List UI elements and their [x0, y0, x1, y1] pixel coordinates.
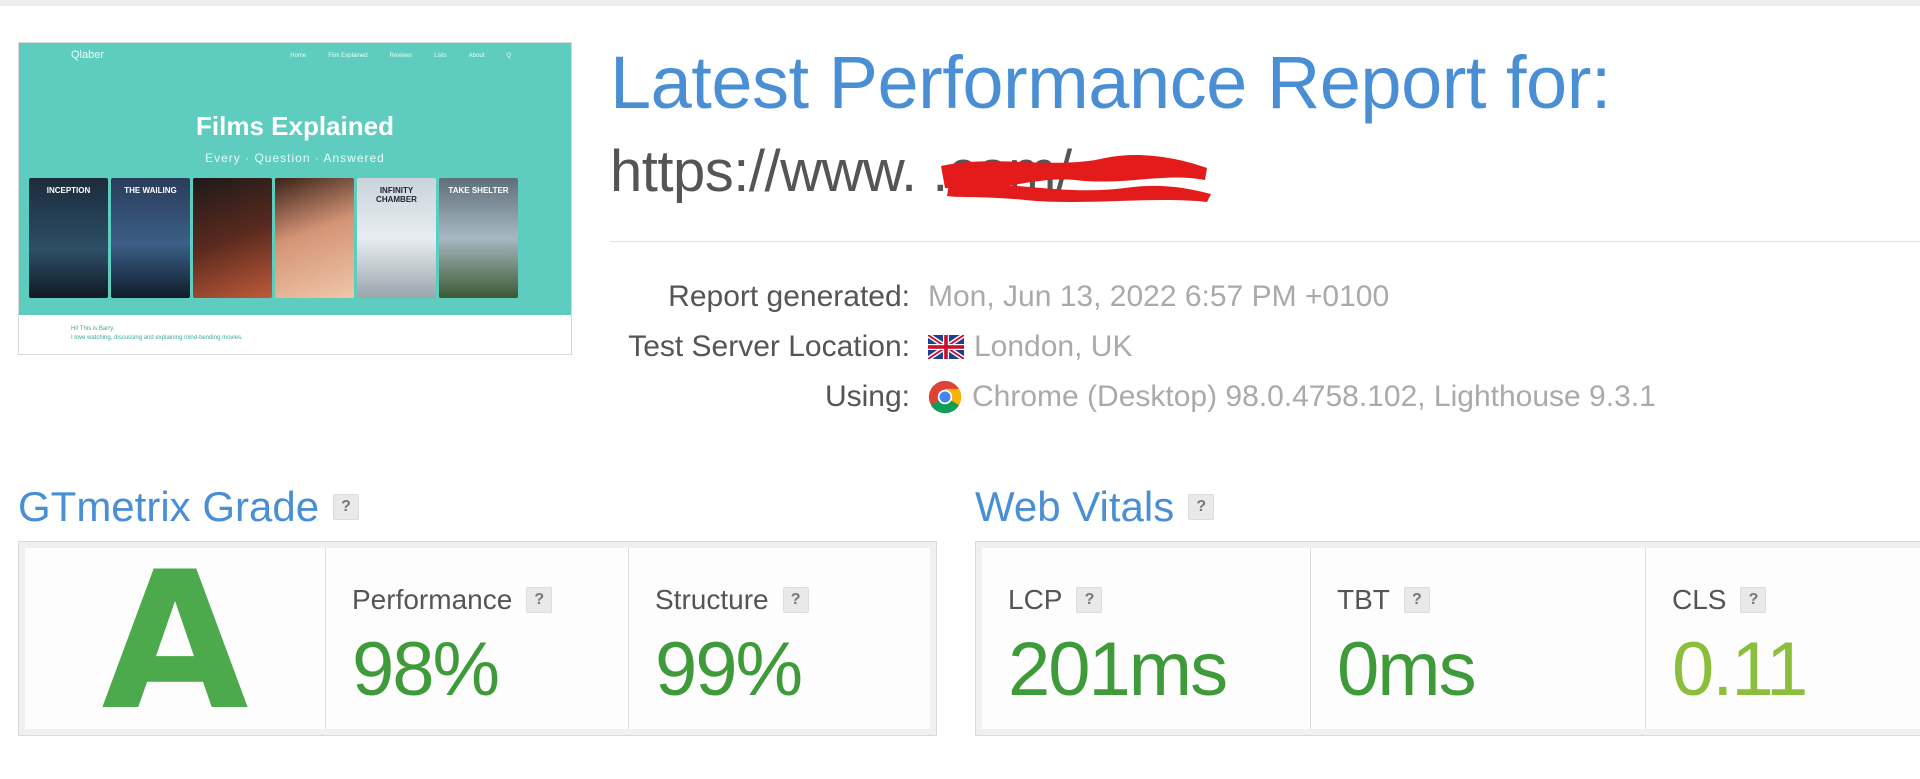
structure-label: Structure — [655, 584, 769, 615]
lcp-label-row: LCP ? — [1008, 584, 1103, 616]
movie-poster: TAKE SHELTER — [439, 178, 518, 298]
movie-poster — [275, 178, 354, 298]
cls-help-icon[interactable]: ? — [1740, 587, 1767, 613]
thumbnail-intro-line: I love watching, discussing and explaini… — [71, 335, 243, 341]
thumbnail-nav-item: Lists — [434, 53, 447, 59]
cls-label: CLS — [1672, 584, 1727, 615]
structure-label-row: Structure ? — [655, 584, 809, 616]
thumbnail-nav-item: Home — [290, 53, 307, 59]
report-generated-label: Report generated: — [668, 280, 910, 313]
performance-cell: Performance ? 98% — [326, 548, 629, 729]
gtmetrix-grade-title: GTmetrix Grade — [18, 483, 320, 530]
report-generated-text: Mon, Jun 13, 2022 6:57 PM +0100 — [928, 280, 1390, 313]
thumbnail-subtitle: Every · Question · Answered — [205, 151, 385, 165]
thumbnail-nav-item: Film Explained — [328, 53, 368, 59]
using-value: Chrome (Desktop) 98.0.4758.102, Lighthou… — [928, 377, 1656, 417]
server-location-row: Test Server Location: London, UK — [610, 327, 1810, 367]
thumbnail-nav-item: Q — [506, 53, 511, 59]
lcp-value: 201ms — [1008, 627, 1228, 712]
using-row: Using: Chrome (Desktop) 98.0.4758.102, L… — [610, 377, 1810, 417]
using-text: Chrome (Desktop) 98.0.4758.102, Lighthou… — [972, 380, 1656, 413]
thumbnail-intro-line: Hi! This is Barry. — [71, 326, 115, 332]
report-title: Latest Performance Report for: — [610, 41, 1611, 124]
web-vitals-panel: LCP ? 201ms TBT ? 0ms CLS ? 0.11 — [975, 541, 1920, 736]
thumbnail-intro-text: Hi! This is Barry. I love watching, disc… — [71, 325, 243, 343]
grade-cell: A — [25, 531, 326, 752]
thumbnail-posters: INCEPTION THE WAILING INFINITY CHAMBER T… — [29, 178, 518, 298]
header-divider — [610, 241, 1920, 242]
site-screenshot-thumbnail[interactable]: Qlaber Home Film Explained Reviews Lists… — [18, 42, 572, 355]
thumbnail-nav-item: About — [468, 53, 485, 59]
cls-label-row: CLS ? — [1672, 584, 1767, 616]
poster-title: THE WAILING — [124, 186, 177, 195]
chrome-icon — [928, 380, 962, 414]
structure-help-icon[interactable]: ? — [782, 587, 809, 613]
structure-cell: Structure ? 99% — [629, 548, 929, 729]
uk-flag-icon — [928, 335, 964, 359]
web-vitals-heading: Web Vitals ? — [975, 483, 1215, 531]
tbt-value: 0ms — [1337, 627, 1477, 712]
server-location-label: Test Server Location: — [628, 330, 910, 363]
tbt-cell: TBT ? 0ms — [1311, 548, 1646, 729]
report-generated-row: Report generated: Mon, Jun 13, 2022 6:57… — [610, 277, 1810, 317]
thumbnail-logo: Qlaber — [71, 49, 105, 61]
web-vitals-help-icon[interactable]: ? — [1188, 494, 1215, 520]
movie-poster: INFINITY CHAMBER — [357, 178, 436, 298]
web-vitals-title: Web Vitals — [975, 483, 1175, 530]
performance-label: Performance — [352, 584, 513, 615]
poster-title: TAKE SHELTER — [448, 186, 509, 195]
server-location-value: London, UK — [928, 327, 1132, 367]
lcp-cell: LCP ? 201ms — [982, 548, 1311, 729]
structure-value: 99% — [655, 627, 803, 712]
thumbnail-nav-item: Reviews — [389, 53, 413, 59]
tbt-label-row: TBT ? — [1337, 584, 1430, 616]
movie-poster: INCEPTION — [29, 178, 108, 298]
grade-letter: A — [101, 531, 249, 752]
tbt-help-icon[interactable]: ? — [1403, 587, 1430, 613]
gtmetrix-grade-help-icon[interactable]: ? — [333, 494, 360, 520]
gtmetrix-grade-panel: A Performance ? 98% Structure ? 99% — [18, 531, 937, 752]
movie-poster — [193, 178, 272, 298]
thumbnail-hero: Qlaber Home Film Explained Reviews Lists… — [19, 43, 571, 315]
performance-value: 98% — [352, 627, 500, 712]
lcp-help-icon[interactable]: ? — [1076, 587, 1103, 613]
using-label: Using: — [824, 380, 910, 413]
movie-poster: THE WAILING — [111, 178, 190, 298]
poster-title: INCEPTION — [46, 186, 91, 195]
cls-cell: CLS ? 0.11 — [1646, 548, 1920, 729]
poster-title: INFINITY CHAMBER — [376, 186, 417, 204]
top-bar — [0, 0, 1920, 6]
report-generated-value: Mon, Jun 13, 2022 6:57 PM +0100 — [928, 277, 1389, 317]
performance-label-row: Performance ? — [352, 584, 553, 616]
lcp-label: LCP — [1008, 584, 1063, 615]
performance-help-icon[interactable]: ? — [526, 587, 553, 613]
tbt-label: TBT — [1337, 584, 1390, 615]
gtmetrix-grade-heading: GTmetrix Grade ? — [18, 483, 360, 531]
thumbnail-title: Films Explained — [196, 111, 394, 141]
redaction-scribble — [941, 155, 1211, 202]
cls-value: 0.11 — [1672, 627, 1808, 712]
thumbnail-nav: Home Film Explained Reviews Lists About … — [290, 53, 511, 59]
server-location-text: London, UK — [974, 330, 1133, 363]
